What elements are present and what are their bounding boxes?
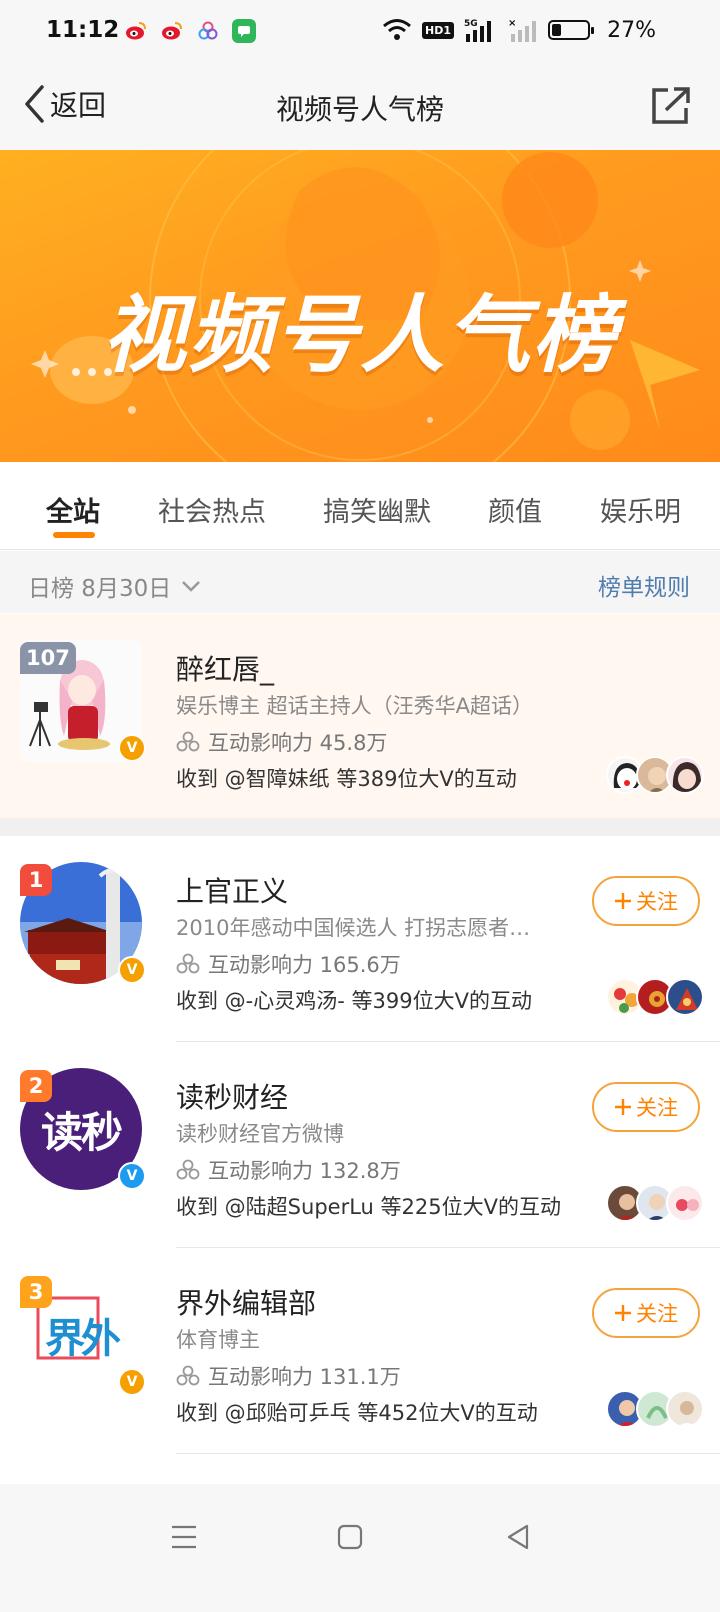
rank-badge: 2 bbox=[20, 1070, 52, 1102]
entry-received: 收到 @邱贻可乒乓 等452位大V的互动 bbox=[176, 1401, 538, 1425]
avatar bbox=[666, 756, 704, 794]
plus-icon bbox=[615, 893, 631, 909]
follow-label: 关注 bbox=[636, 1096, 678, 1120]
my-rank-entry[interactable]: 107 V 醉红唇_ 娱乐博主 超话主持人（汪秀华A超话） 互动影响力 45.8… bbox=[0, 614, 720, 818]
back-nav-icon[interactable] bbox=[505, 1524, 531, 1550]
influence-value: 互动影响力 45.8万 bbox=[208, 731, 388, 755]
influence-value: 互动影响力 165.6万 bbox=[208, 953, 401, 977]
entry-description: 娱乐博主 超话主持人（汪秀华A超话） bbox=[176, 694, 534, 718]
interacting-avatars bbox=[606, 1184, 704, 1222]
entry-received: 收到 @陆超SuperLu 等225位大V的互动 bbox=[176, 1195, 561, 1219]
weibo-icon bbox=[160, 19, 184, 43]
rank-entry-3[interactable]: 界外 3 V 界外编辑部 体育博主 互动影响力 131.1万 收到 @邱贻可乒乓… bbox=[0, 1248, 720, 1454]
entry-influence: 互动影响力 132.8万 bbox=[176, 1155, 401, 1185]
avatar bbox=[666, 1390, 704, 1428]
date-selector[interactable]: 日榜 8月30日 bbox=[28, 569, 201, 603]
status-app-icons bbox=[124, 19, 256, 43]
status-bar: 11:12 HD1 5G × 27% bbox=[0, 0, 720, 64]
verified-badge-icon: V bbox=[118, 734, 146, 762]
avatar bbox=[666, 978, 704, 1016]
share-button[interactable] bbox=[650, 86, 692, 130]
tab-entertainment[interactable]: 娱乐明 bbox=[600, 490, 681, 529]
share-icon bbox=[652, 87, 690, 124]
entry-name: 读秒财经 bbox=[176, 1081, 289, 1114]
battery-percent: 27% bbox=[607, 18, 656, 43]
influence-icon bbox=[176, 1365, 200, 1386]
nav-bar: 返回 视频号人气榜 bbox=[0, 64, 720, 150]
influence-value: 互动影响力 131.1万 bbox=[208, 1365, 401, 1389]
flower-app-icon bbox=[196, 19, 220, 43]
follow-button[interactable]: 关注 bbox=[592, 1082, 700, 1132]
date-bar: 日榜 8月30日 榜单规则 bbox=[0, 551, 720, 613]
weibo-icon bbox=[124, 19, 148, 43]
system-nav-bar bbox=[0, 1484, 720, 1612]
entry-name: 醉红唇_ bbox=[176, 653, 275, 686]
status-indicators: HD1 5G × bbox=[382, 18, 594, 42]
interacting-avatars bbox=[606, 756, 704, 794]
entry-description: 2010年感动中国候选人 打拐志愿者 … bbox=[176, 916, 536, 940]
influence-value: 互动影响力 132.8万 bbox=[208, 1159, 401, 1183]
verified-badge-icon: V bbox=[118, 1162, 146, 1190]
follow-button[interactable]: 关注 bbox=[592, 1288, 700, 1338]
entry-name: 界外编辑部 bbox=[176, 1287, 317, 1320]
tab-all[interactable]: 全站 bbox=[46, 490, 100, 529]
svg-text:×: × bbox=[508, 18, 516, 29]
verified-badge-icon: V bbox=[118, 1368, 146, 1396]
divider bbox=[176, 1453, 720, 1454]
influence-icon bbox=[176, 1159, 200, 1180]
page-title: 视频号人气榜 bbox=[275, 93, 444, 126]
avatar-text: 界外 bbox=[45, 1316, 121, 1362]
entry-received: 收到 @-心灵鸡汤- 等399位大V的互动 bbox=[176, 989, 532, 1013]
entry-influence: 互动影响力 45.8万 bbox=[176, 727, 387, 757]
entry-description: 体育博主 bbox=[176, 1328, 260, 1352]
tab-funny[interactable]: 搞笑幽默 bbox=[323, 490, 431, 529]
influence-icon bbox=[176, 731, 200, 752]
banner: 视频号人气榜 bbox=[0, 150, 720, 462]
rank-badge: 1 bbox=[20, 864, 52, 896]
date-label: 日榜 8月30日 bbox=[28, 576, 172, 602]
entry-influence: 互动影响力 165.6万 bbox=[176, 949, 401, 979]
avatar-text: 读秒 bbox=[40, 1107, 123, 1157]
tab-social-hot[interactable]: 社会热点 bbox=[158, 490, 266, 529]
interacting-avatars bbox=[606, 978, 704, 1016]
status-time: 11:12 bbox=[46, 17, 120, 43]
message-app-icon bbox=[232, 19, 256, 43]
chevron-down-icon bbox=[182, 581, 201, 592]
banner-title: 视频号人气榜 bbox=[101, 286, 618, 384]
entry-description: 读秒财经官方微博 bbox=[176, 1122, 344, 1146]
follow-button[interactable]: 关注 bbox=[592, 876, 700, 926]
verified-badge-icon: V bbox=[118, 956, 146, 984]
interacting-avatars bbox=[606, 1390, 704, 1428]
home-icon[interactable] bbox=[337, 1524, 363, 1550]
ranking-rules-link[interactable]: 榜单规则 bbox=[598, 568, 690, 602]
wifi-icon bbox=[383, 19, 411, 40]
entry-name: 上官正义 bbox=[176, 875, 289, 908]
battery-icon bbox=[548, 20, 594, 40]
rank-entry-1[interactable]: 1 V 上官正义 2010年感动中国候选人 打拐志愿者 … 互动影响力 165.… bbox=[0, 836, 720, 1042]
follow-label: 关注 bbox=[636, 1302, 678, 1326]
plus-icon bbox=[615, 1305, 631, 1321]
plus-icon bbox=[615, 1099, 631, 1115]
hd-icon: HD1 bbox=[422, 21, 454, 39]
entry-received: 收到 @智障妹纸 等389位大V的互动 bbox=[176, 767, 517, 791]
category-tabs: 全站 社会热点 搞笑幽默 颜值 娱乐明 bbox=[0, 462, 720, 550]
influence-icon bbox=[176, 953, 200, 974]
follow-label: 关注 bbox=[636, 890, 678, 914]
menu-icon[interactable] bbox=[170, 1524, 198, 1550]
avatar bbox=[666, 1184, 704, 1222]
tab-looks[interactable]: 颜值 bbox=[488, 490, 542, 529]
signal-5g-icon: 5G bbox=[464, 19, 491, 42]
rank-entry-2[interactable]: 读秒 2 V 读秒财经 读秒财经官方微博 互动影响力 132.8万 收到 @陆超… bbox=[0, 1042, 720, 1248]
svg-text:5G: 5G bbox=[464, 19, 478, 29]
rank-badge: 3 bbox=[20, 1276, 52, 1308]
tab-active-indicator bbox=[53, 532, 95, 538]
section-gap bbox=[0, 818, 720, 836]
rank-badge: 107 bbox=[20, 642, 76, 674]
entry-influence: 互动影响力 131.1万 bbox=[176, 1361, 401, 1391]
signal-empty-icon: × bbox=[508, 18, 536, 42]
